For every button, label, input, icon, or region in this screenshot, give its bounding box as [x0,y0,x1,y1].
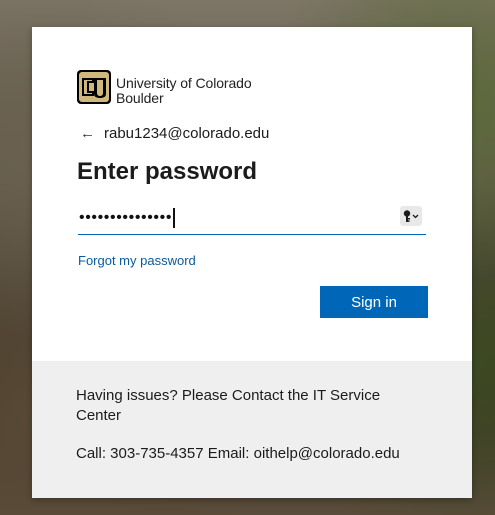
sign-in-card: University of Colorado Boulder ← rabu123… [32,27,472,498]
brand-name-line1: University of Colorado [116,75,252,91]
brand-name-line2: Boulder [116,90,164,106]
forgot-password-link[interactable]: Forgot my password [78,253,196,268]
user-email: rabu1234@colorado.edu [104,125,270,142]
identity-row: ← rabu1234@colorado.edu [80,125,269,142]
help-footer: Having issues? Please Contact the IT Ser… [32,361,472,498]
text-caret [173,208,176,228]
brand-logo: University of Colorado Boulder [77,70,252,106]
sign-in-button[interactable]: Sign in [320,286,428,318]
key-icon [403,210,419,222]
password-input[interactable]: ••••••••••••••• [79,208,176,228]
page-title: Enter password [77,158,258,185]
brand-name: University of Colorado Boulder [116,76,252,106]
help-contact-text: Call: 303-735-4357 Email: oithelp@colora… [76,445,400,462]
password-field[interactable]: ••••••••••••••• [78,204,426,235]
arrow-left-icon[interactable]: ← [80,126,95,141]
help-issues-text: Having issues? Please Contact the IT Ser… [76,387,381,424]
password-masked-value: ••••••••••••••• [79,209,173,227]
cu-logo-icon [77,70,111,104]
password-reveal-button[interactable] [400,206,422,226]
sign-in-main: University of Colorado Boulder ← rabu123… [32,27,472,361]
